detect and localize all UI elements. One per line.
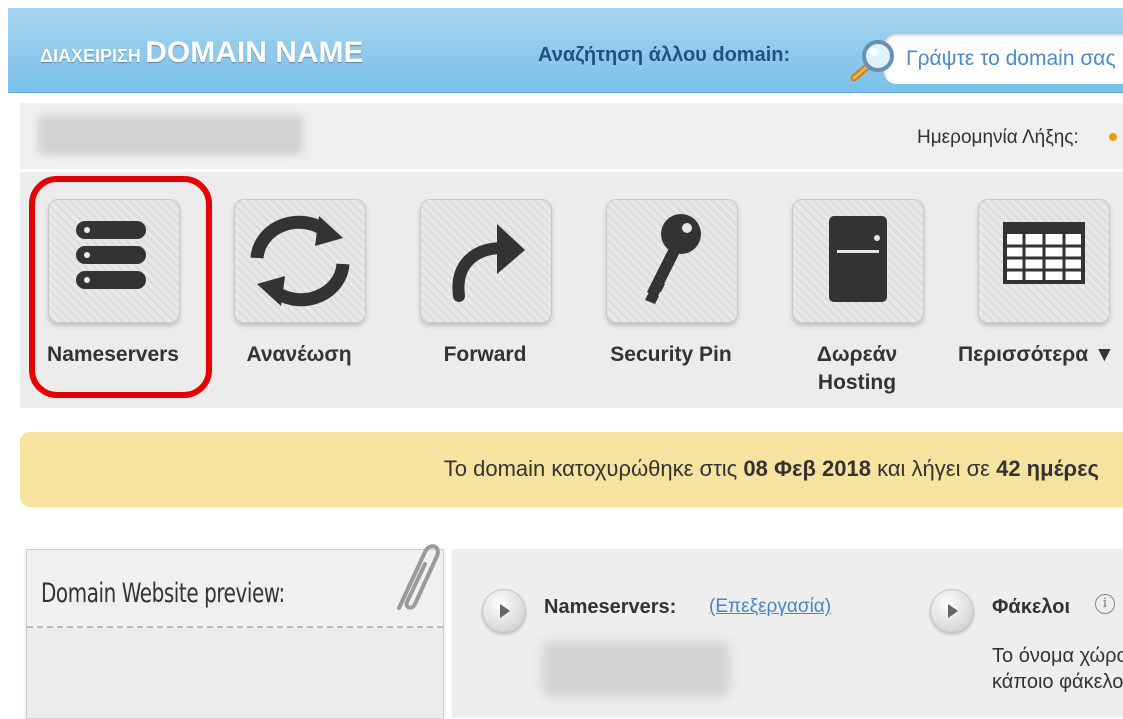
search-label: Αναζήτηση άλλου domain: (538, 44, 791, 66)
folders-text-line1: Το όνομα χώρου (992, 645, 1123, 667)
free-hosting-label: Δωρεάν Hosting (764, 341, 950, 397)
free-hosting-label-line2: Hosting (817, 371, 897, 394)
paperclip-icon (397, 544, 440, 610)
search-input[interactable] (906, 34, 1123, 84)
toolbar-item-more[interactable]: Περισσότερα ▼ (950, 172, 1115, 408)
notice-date: 08 Φεβ 2018 (743, 456, 871, 481)
folders-text-line2: κάποιο φάκελο (992, 671, 1123, 693)
magnifier-icon[interactable] (846, 38, 898, 84)
domain-name-redacted (38, 115, 303, 155)
nameservers-highlight-ring (29, 176, 212, 398)
domain-info-bar: Ημερομηνία Λήξης: (20, 103, 1123, 169)
notice-days: 42 ημέρες (996, 456, 1099, 481)
toolbar-item-forward[interactable]: Forward (392, 172, 552, 408)
free-hosting-tile[interactable] (792, 199, 924, 323)
brand-small: ΔΙΑΧΕΙΡΙΣΗ (40, 46, 141, 66)
brand-big: DOMAIN NAME (145, 36, 364, 69)
nameservers-values-redacted (542, 641, 730, 697)
toolbar-item-renew[interactable]: Ανανέωση (206, 172, 366, 408)
forward-label: Forward (443, 343, 527, 366)
info-icon[interactable]: i (1095, 594, 1115, 614)
more-tile[interactable] (978, 199, 1110, 323)
brand-title: ΔΙΑΧΕΙΡΙΣΗ DOMAIN NAME (40, 36, 364, 70)
notice-text: Το domain κατοχυρώθηκε στις 08 Φεβ 2018 … (444, 456, 1099, 482)
folders-heading: Φάκελοι (992, 596, 1071, 618)
registration-notice: Το domain κατοχυρώθηκε στις 08 Φεβ 2018 … (20, 432, 1123, 507)
forward-arrow-icon (452, 224, 525, 302)
expiry-value-clipped (1109, 133, 1117, 141)
notice-middle: και λήγει σε (870, 456, 997, 481)
nameservers-edit-link[interactable]: (Επεξεργασία) (709, 596, 831, 618)
table-grid-icon (1003, 222, 1085, 284)
forward-tile[interactable] (420, 199, 552, 323)
toolbar-item-free-hosting[interactable]: Δωρεάν Hosting (764, 172, 924, 408)
preview-body (27, 628, 443, 718)
toolbar-item-security-pin[interactable]: Security Pin (578, 172, 738, 408)
preview-title: Domain Website preview: (41, 578, 285, 609)
security-pin-tile[interactable] (606, 199, 738, 323)
website-preview-panel: Domain Website preview: (26, 544, 444, 719)
nameservers-heading: Nameservers: (544, 596, 677, 618)
renew-tile[interactable] (234, 199, 366, 323)
security-pin-label: Security Pin (610, 343, 732, 366)
search-box[interactable] (884, 34, 1123, 84)
domain-details-panel: Nameservers: (Επεξεργασία) Φάκελοι i Το … (452, 549, 1123, 717)
folders-description: Το όνομα χώρου κάποιο φάκελο (992, 643, 1123, 695)
expiry-label: Ημερομηνία Λήξης: (917, 127, 1079, 148)
refresh-icon (250, 215, 350, 307)
renew-label: Ανανέωση (246, 343, 352, 366)
notice-prefix: Το domain κατοχυρώθηκε στις (443, 456, 744, 481)
more-label: Περισσότερα ▼ (958, 343, 1115, 366)
free-hosting-label-line1: Δωρεάν (816, 343, 898, 366)
header-bar: ΔΙΑΧΕΙΡΙΣΗ DOMAIN NAME Αναζήτηση άλλου d… (8, 8, 1123, 93)
key-icon (645, 214, 701, 304)
folders-expand-icon[interactable] (930, 589, 974, 633)
nameservers-expand-icon[interactable] (482, 589, 526, 633)
hosting-box-icon (829, 216, 887, 302)
